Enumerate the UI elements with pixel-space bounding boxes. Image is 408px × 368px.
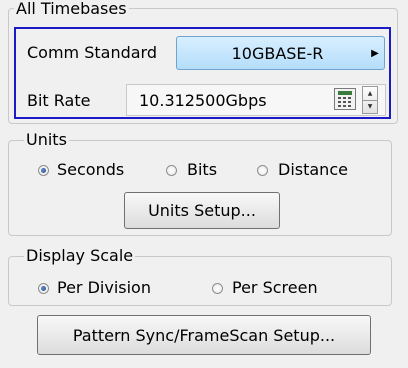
pattern-sync-button[interactable]: Pattern Sync/FrameScan Setup... — [37, 315, 371, 355]
comm-standard-button[interactable]: 10GBASE-R ▶ — [176, 36, 385, 70]
units-setup-button[interactable]: Units Setup... — [124, 192, 280, 229]
bit-rate-spinner[interactable]: ▲ ▼ — [362, 86, 378, 114]
bits-radio[interactable] — [166, 165, 177, 176]
bits-label[interactable]: Bits — [187, 160, 217, 179]
distance-radio[interactable] — [257, 165, 268, 176]
triangle-right-icon: ▶ — [371, 47, 379, 59]
per-screen-radio[interactable] — [212, 283, 223, 294]
bit-rate-value: 10.312500Gbps — [139, 90, 267, 110]
spin-down-icon[interactable]: ▼ — [363, 101, 377, 114]
comm-standard-label: Comm Standard — [27, 43, 158, 62]
distance-label[interactable]: Distance — [278, 160, 348, 179]
timebase-panel: All Timebases Comm Standard 10GBASE-R ▶ … — [0, 0, 408, 368]
units-title: Units — [24, 130, 69, 149]
all-timebases-title: All Timebases — [14, 0, 129, 18]
spin-up-icon[interactable]: ▲ — [363, 87, 377, 101]
seconds-radio[interactable] — [38, 165, 49, 176]
calculator-icon[interactable] — [334, 88, 356, 110]
per-division-label[interactable]: Per Division — [57, 278, 151, 297]
bit-rate-label: Bit Rate — [27, 91, 91, 110]
seconds-label[interactable]: Seconds — [57, 160, 124, 179]
display-scale-title: Display Scale — [24, 246, 136, 265]
comm-standard-value: 10GBASE-R — [231, 43, 324, 63]
per-screen-label[interactable]: Per Screen — [232, 278, 318, 297]
per-division-radio[interactable] — [38, 283, 49, 294]
